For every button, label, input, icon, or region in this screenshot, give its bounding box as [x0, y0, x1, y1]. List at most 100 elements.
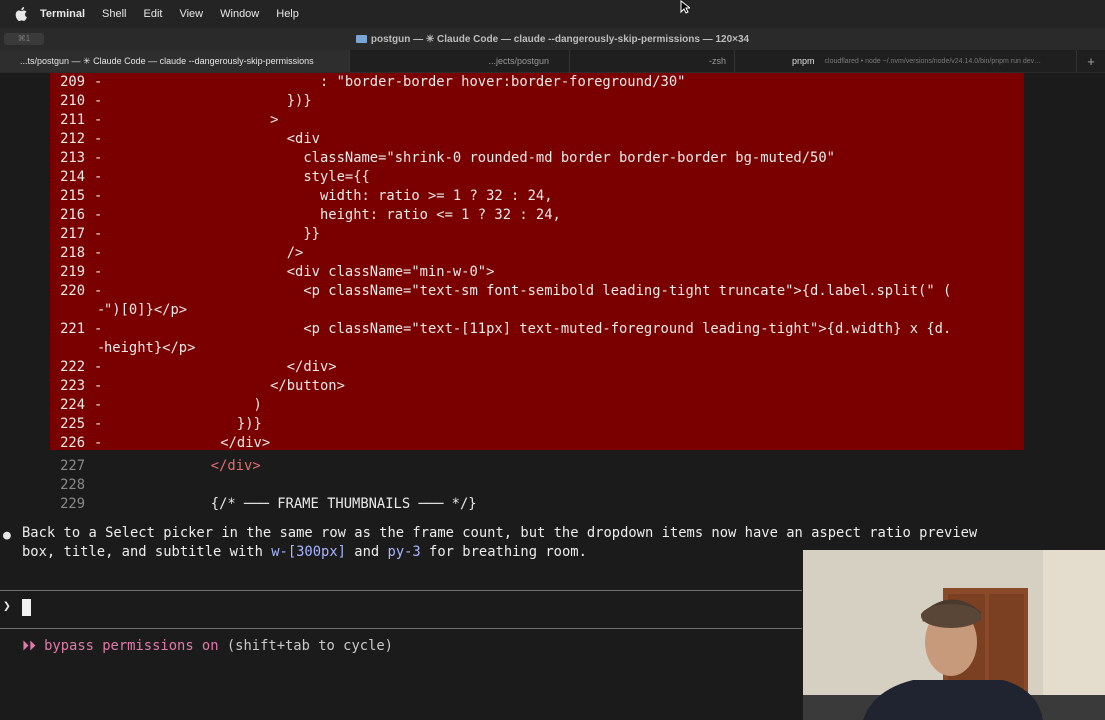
text-cursor[interactable] [22, 599, 31, 616]
status-hint: (shift+tab to cycle) [218, 638, 393, 654]
menu-window[interactable]: Window [220, 8, 259, 20]
line-number: 221 [60, 321, 85, 337]
tab-pnpm[interactable]: pnpm cloudflared • node ~/.nvm/versions/… [735, 50, 1077, 72]
inline-code: w-[300px] [271, 544, 346, 560]
message-text: for breathing room. [420, 544, 587, 560]
line-number: 215 [60, 188, 85, 204]
tab-subtitle: cloudflared • node ~/.nvm/versions/node/… [824, 57, 1042, 65]
code-text: <p className="text-[11px] text-muted-for… [104, 321, 952, 337]
menu-app-terminal[interactable]: Terminal [40, 8, 85, 20]
tab-zsh[interactable]: -zsh [570, 50, 735, 72]
line-number: 217 [60, 226, 85, 242]
line-number: 222 [60, 359, 85, 375]
deleted-marker: - [94, 188, 103, 204]
code-text: <p className="text-sm font-semibold lead… [104, 283, 952, 299]
line-number: 228 [60, 477, 85, 493]
folder-icon [355, 35, 367, 43]
deleted-marker: - [94, 112, 103, 128]
line-number: 211 [60, 112, 85, 128]
deleted-marker: - [94, 74, 103, 90]
code-text: }} [104, 226, 320, 242]
code-text: <div [104, 131, 320, 147]
line-number: 210 [60, 93, 85, 109]
deleted-marker: - [94, 226, 103, 242]
deleted-marker: - [94, 416, 103, 432]
code-text: ) [104, 397, 262, 413]
prompt-divider-bottom [0, 628, 802, 629]
deleted-marker: - [94, 207, 103, 223]
tab-claude-code[interactable]: ...ts/postgun — ✳ Claude Code — claude -… [0, 50, 350, 72]
code-text: <div className="min-w-0"> [104, 264, 495, 280]
message-bullet-icon: ● [3, 528, 11, 543]
tab-label: ...ts/postgun — ✳ Claude Code — claude -… [20, 55, 314, 66]
code-text: height}</p> [104, 340, 196, 356]
code-text: > [104, 112, 279, 128]
deleted-marker: - [94, 93, 103, 109]
tab-postgun[interactable]: ...jects/postgun [350, 50, 570, 72]
line-number: 225 [60, 416, 85, 432]
line-number: 219 [60, 264, 85, 280]
webcam-person-image [803, 550, 1105, 720]
menu-help[interactable]: Help [276, 8, 299, 20]
message-text: box, title, and subtitle with [22, 544, 272, 560]
menu-edit[interactable]: Edit [144, 8, 163, 20]
deleted-marker: - [94, 359, 103, 375]
deleted-marker: - [94, 378, 103, 394]
code-text: {/* ─── FRAME THUMBNAILS ─── */} [210, 496, 477, 512]
code-text: /> [104, 245, 304, 261]
code-text: className="shrink-0 rounded-md border bo… [104, 150, 835, 166]
code-text: style={{ [104, 169, 370, 185]
assistant-message-line-2: box, title, and subtitle with w-[300px] … [22, 543, 587, 562]
deleted-marker: - [94, 435, 103, 451]
line-number: 223 [60, 378, 85, 394]
message-text: and [345, 544, 388, 560]
deleted-marker: - [94, 264, 103, 280]
code-text: </div> [104, 359, 337, 375]
menubar: Terminal Shell Edit View Window Help [0, 0, 1105, 28]
deleted-marker: - [94, 245, 103, 261]
new-tab-button[interactable]: + [1077, 50, 1105, 72]
window-titlebar: postgun — ✳ Claude Code — claude --dange… [0, 28, 1105, 50]
line-number: 214 [60, 169, 85, 185]
code-text: })} [104, 416, 262, 432]
apple-logo-icon[interactable] [14, 7, 28, 21]
code-text: width: ratio >= 1 ? 32 : 24, [104, 188, 553, 204]
line-number: 209 [60, 74, 85, 90]
tab-label: -zsh [708, 56, 726, 66]
line-number: 227 [60, 458, 85, 474]
assistant-message-line-1: Back to a Select picker in the same row … [22, 525, 978, 541]
code-text: </div> [210, 458, 261, 474]
code-text: : "border-border hover:border-foreground… [104, 74, 686, 90]
code-text: </div> [104, 435, 271, 451]
menu-shell[interactable]: Shell [102, 8, 126, 20]
line-number: 220 [60, 283, 85, 299]
line-number: 218 [60, 245, 85, 261]
code-text: </button> [104, 378, 345, 394]
deleted-marker: - [94, 397, 103, 413]
line-number: 216 [60, 207, 85, 223]
tab-bar: ...ts/postgun — ✳ Claude Code — claude -… [0, 50, 1105, 73]
window-shortcut-pill: ⌘1 [4, 33, 44, 45]
menu-view[interactable]: View [179, 8, 203, 20]
line-number: 224 [60, 397, 85, 413]
prompt-chevron-icon: ❯ [3, 599, 11, 614]
deleted-marker: - [94, 131, 103, 147]
prompt-divider-top [0, 590, 802, 591]
code-text: height: ratio <= 1 ? 32 : 24, [104, 207, 561, 223]
deleted-marker: - [94, 169, 103, 185]
mouse-cursor-icon [680, 0, 690, 14]
code-text: ")[0]}</p> [104, 302, 188, 318]
fast-forward-icon: ⏵⏵ [22, 638, 36, 654]
permissions-status: ⏵⏵ bypass permissions on (shift+tab to c… [22, 637, 393, 656]
status-label: bypass permissions on [44, 638, 219, 654]
deleted-marker: - [94, 150, 103, 166]
deleted-marker: - [94, 283, 103, 299]
inline-code: py-3 [387, 544, 421, 560]
line-number: 212 [60, 131, 85, 147]
window-title: postgun — ✳ Claude Code — claude --dange… [370, 33, 750, 45]
deleted-marker: - [94, 321, 103, 337]
tab-label: ...jects/postgun [488, 56, 549, 66]
code-text: })} [104, 93, 312, 109]
